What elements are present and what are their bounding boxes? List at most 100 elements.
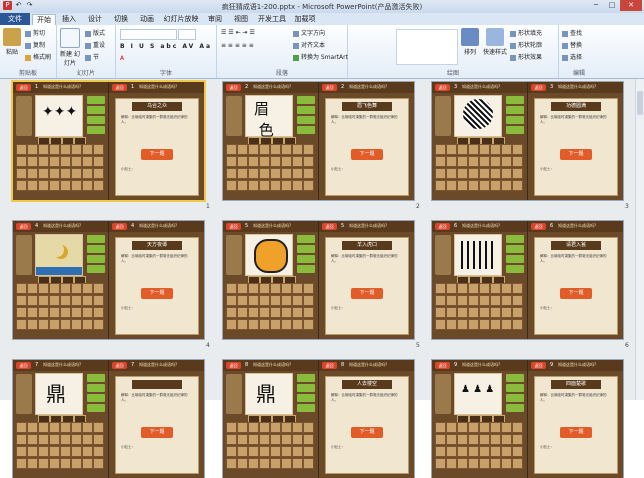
- letter-tile: [292, 422, 303, 433]
- level-number: 9: [454, 362, 458, 368]
- letter-tile: [281, 307, 292, 318]
- letter-tile: [479, 446, 490, 457]
- slide-thumbnail[interactable]: 返回 9 知道这是什么成语吗? ♟ ♟ ♟ 返回 9 知道这是什么成语吗? 四面…: [432, 360, 623, 478]
- letter-tile: [60, 458, 71, 469]
- shapes-gallery[interactable]: [396, 29, 458, 65]
- letter-tile: [479, 180, 490, 191]
- new-slide-button[interactable]: 新建 幻灯片: [60, 28, 80, 67]
- answer-screen: 返回 3 知道这是什么成语吗? 功德圆满 解释：比喻临时凑集的一群毫无组织纪律的…: [528, 82, 623, 200]
- letter-tile: [248, 295, 259, 306]
- tab-review[interactable]: 审阅: [204, 14, 226, 25]
- tab-developer[interactable]: 开发工具: [256, 14, 288, 25]
- section-button[interactable]: 节: [85, 52, 99, 61]
- cut-button[interactable]: 剪切: [25, 28, 45, 37]
- letter-tile: [512, 283, 523, 294]
- font-color-button[interactable]: A: [120, 55, 124, 62]
- letter-tile: [237, 434, 248, 445]
- letter-tile: [16, 458, 27, 469]
- letter-tile: [479, 144, 490, 155]
- align-buttons[interactable]: ≡ ≡ ≡ ≡ ≡: [221, 42, 254, 49]
- text-direction-button[interactable]: 文字方向: [293, 28, 325, 37]
- back-button: 返回: [112, 84, 127, 91]
- window-title: 疯狂猜成语1-200.pptx - Microsoft PowerPoint(产…: [221, 3, 423, 11]
- tab-file[interactable]: 文件: [0, 13, 30, 25]
- slide-thumbnail[interactable]: 返回 5 知道这是什么成语吗? 返回 5 知道这是什么成语吗? 羊入虎口 解释：…: [223, 221, 414, 339]
- find-button[interactable]: 查找: [562, 28, 582, 37]
- paste-button[interactable]: 粘贴: [2, 28, 22, 56]
- list-buttons[interactable]: ☰ ☰ ⇤ ⇥ ☰: [221, 29, 255, 36]
- paste-label: 粘贴: [5, 49, 18, 56]
- letter-tile: [512, 319, 523, 330]
- slide-thumbnail[interactable]: 返回 1 知道这是什么成语吗? ✦✦✦ 返回 1 知道这是什么成语吗? 乌合之众…: [13, 82, 204, 200]
- letter-tile: [292, 319, 303, 330]
- minimize-button[interactable]: ─: [588, 0, 604, 11]
- letter-tile: [501, 168, 512, 179]
- slide-thumbnail[interactable]: 返回 8 知道这是什么成语吗? 鼎 返回 8 知道这是什么成语吗? 人去楼空 解…: [223, 360, 414, 478]
- slide-thumbnail[interactable]: 返回 7 知道这是什么成语吗? 鼎 返回 7 知道这是什么成语吗? 解释：比喻临…: [13, 360, 204, 478]
- letter-tile: [82, 156, 93, 167]
- scrollbar-thumb[interactable]: [637, 91, 643, 115]
- letter-tile: [71, 168, 82, 179]
- letter-tile: [93, 168, 104, 179]
- game-top-bar: 返回 4 知道这是什么成语吗?: [109, 221, 204, 232]
- letter-tile: [490, 168, 501, 179]
- tab-design[interactable]: 设计: [84, 14, 106, 25]
- reset-button[interactable]: 重设: [85, 40, 105, 49]
- letter-tile: [292, 458, 303, 469]
- slide-thumbnail[interactable]: 返回 4 知道这是什么成语吗? 返回 4 知道这是什么成语吗? 天方夜谭 解释：…: [13, 221, 204, 339]
- letter-tile: [446, 144, 457, 155]
- game-top-bar: 返回 5 知道这是什么成语吗?: [223, 221, 318, 232]
- letter-tile: [468, 144, 479, 155]
- tab-slideshow[interactable]: 幻灯片放映: [162, 14, 200, 25]
- hint-buttons: [297, 96, 315, 136]
- letter-tile: [303, 319, 314, 330]
- select-button[interactable]: 选择: [562, 52, 582, 61]
- letter-grid: [16, 422, 105, 474]
- align-text-button[interactable]: 对齐文本: [293, 40, 325, 49]
- answer-panel: 功德圆满 解释：比喻临时凑集的一群毫无组织纪律的人。 下一题 小贴士：: [534, 98, 618, 196]
- letter-tile: [303, 180, 314, 191]
- slide-thumbnail[interactable]: 返回 6 知道这是什么成语吗? 返回 6 知道这是什么成语吗? 请君入瓮 解释：…: [432, 221, 623, 339]
- shape-effects-button[interactable]: 形状效果: [510, 52, 542, 61]
- tab-view[interactable]: 视图: [230, 14, 252, 25]
- font-format-buttons[interactable]: B I U S abc AV Aa: [120, 43, 212, 50]
- shape-fill-button[interactable]: 形状填充: [510, 28, 542, 37]
- letter-tile: [16, 307, 27, 318]
- layout-button[interactable]: 版式: [85, 28, 105, 37]
- cut-label: 剪切: [33, 30, 46, 37]
- shape-outline-button[interactable]: 形状轮廓: [510, 40, 542, 49]
- letter-tile: [479, 168, 490, 179]
- idiom-title: 羊入虎口: [342, 241, 392, 250]
- font-name-select[interactable]: [120, 29, 177, 40]
- letter-tile: [16, 319, 27, 330]
- tab-animations[interactable]: 动画: [136, 14, 158, 25]
- vertical-scrollbar[interactable]: [635, 79, 644, 400]
- question-text: 知道这是什么成语吗?: [349, 362, 388, 367]
- layout-icon: [85, 30, 91, 37]
- close-button[interactable]: ✕: [620, 0, 642, 11]
- quick-styles-button[interactable]: 快速样式: [482, 28, 508, 56]
- format-painter-button[interactable]: 格式刷: [25, 52, 51, 61]
- letter-tile: [490, 422, 501, 433]
- tab-transitions[interactable]: 切换: [110, 14, 132, 25]
- arrange-button[interactable]: 排列: [460, 28, 480, 56]
- slide-thumbnail[interactable]: 返回 2 知道这是什么成语吗? 眉 色 返回 2 知道这是什么成语吗? 眉飞色舞…: [223, 82, 414, 200]
- replace-button[interactable]: 替换: [562, 40, 582, 49]
- ribbon-tabs: 文件 开始 插入 设计 切换 动画 幻灯片放映 审阅 视图 开发工具 加载项: [0, 13, 644, 26]
- letter-tile: [248, 446, 259, 457]
- game-top-bar: 返回 6 知道这是什么成语吗?: [432, 221, 527, 232]
- slide-thumbnail[interactable]: 返回 3 知道这是什么成语吗? 返回 3 知道这是什么成语吗? 功德圆满 解释：…: [432, 82, 623, 200]
- letter-tile: [259, 144, 270, 155]
- next-question-button: 下一题: [351, 149, 383, 160]
- font-size-select[interactable]: [178, 29, 196, 40]
- copy-button[interactable]: 复制: [25, 40, 45, 49]
- slide-number: 1: [206, 203, 210, 210]
- smartart-button[interactable]: 转换为 SmartArt: [293, 52, 348, 61]
- tab-addins[interactable]: 加载项: [292, 14, 318, 25]
- tab-insert[interactable]: 插入: [58, 14, 80, 25]
- letter-tile: [226, 144, 237, 155]
- letter-tile: [93, 156, 104, 167]
- maximize-button[interactable]: □: [604, 0, 620, 11]
- letter-grid: [226, 422, 315, 474]
- letter-tile: [281, 434, 292, 445]
